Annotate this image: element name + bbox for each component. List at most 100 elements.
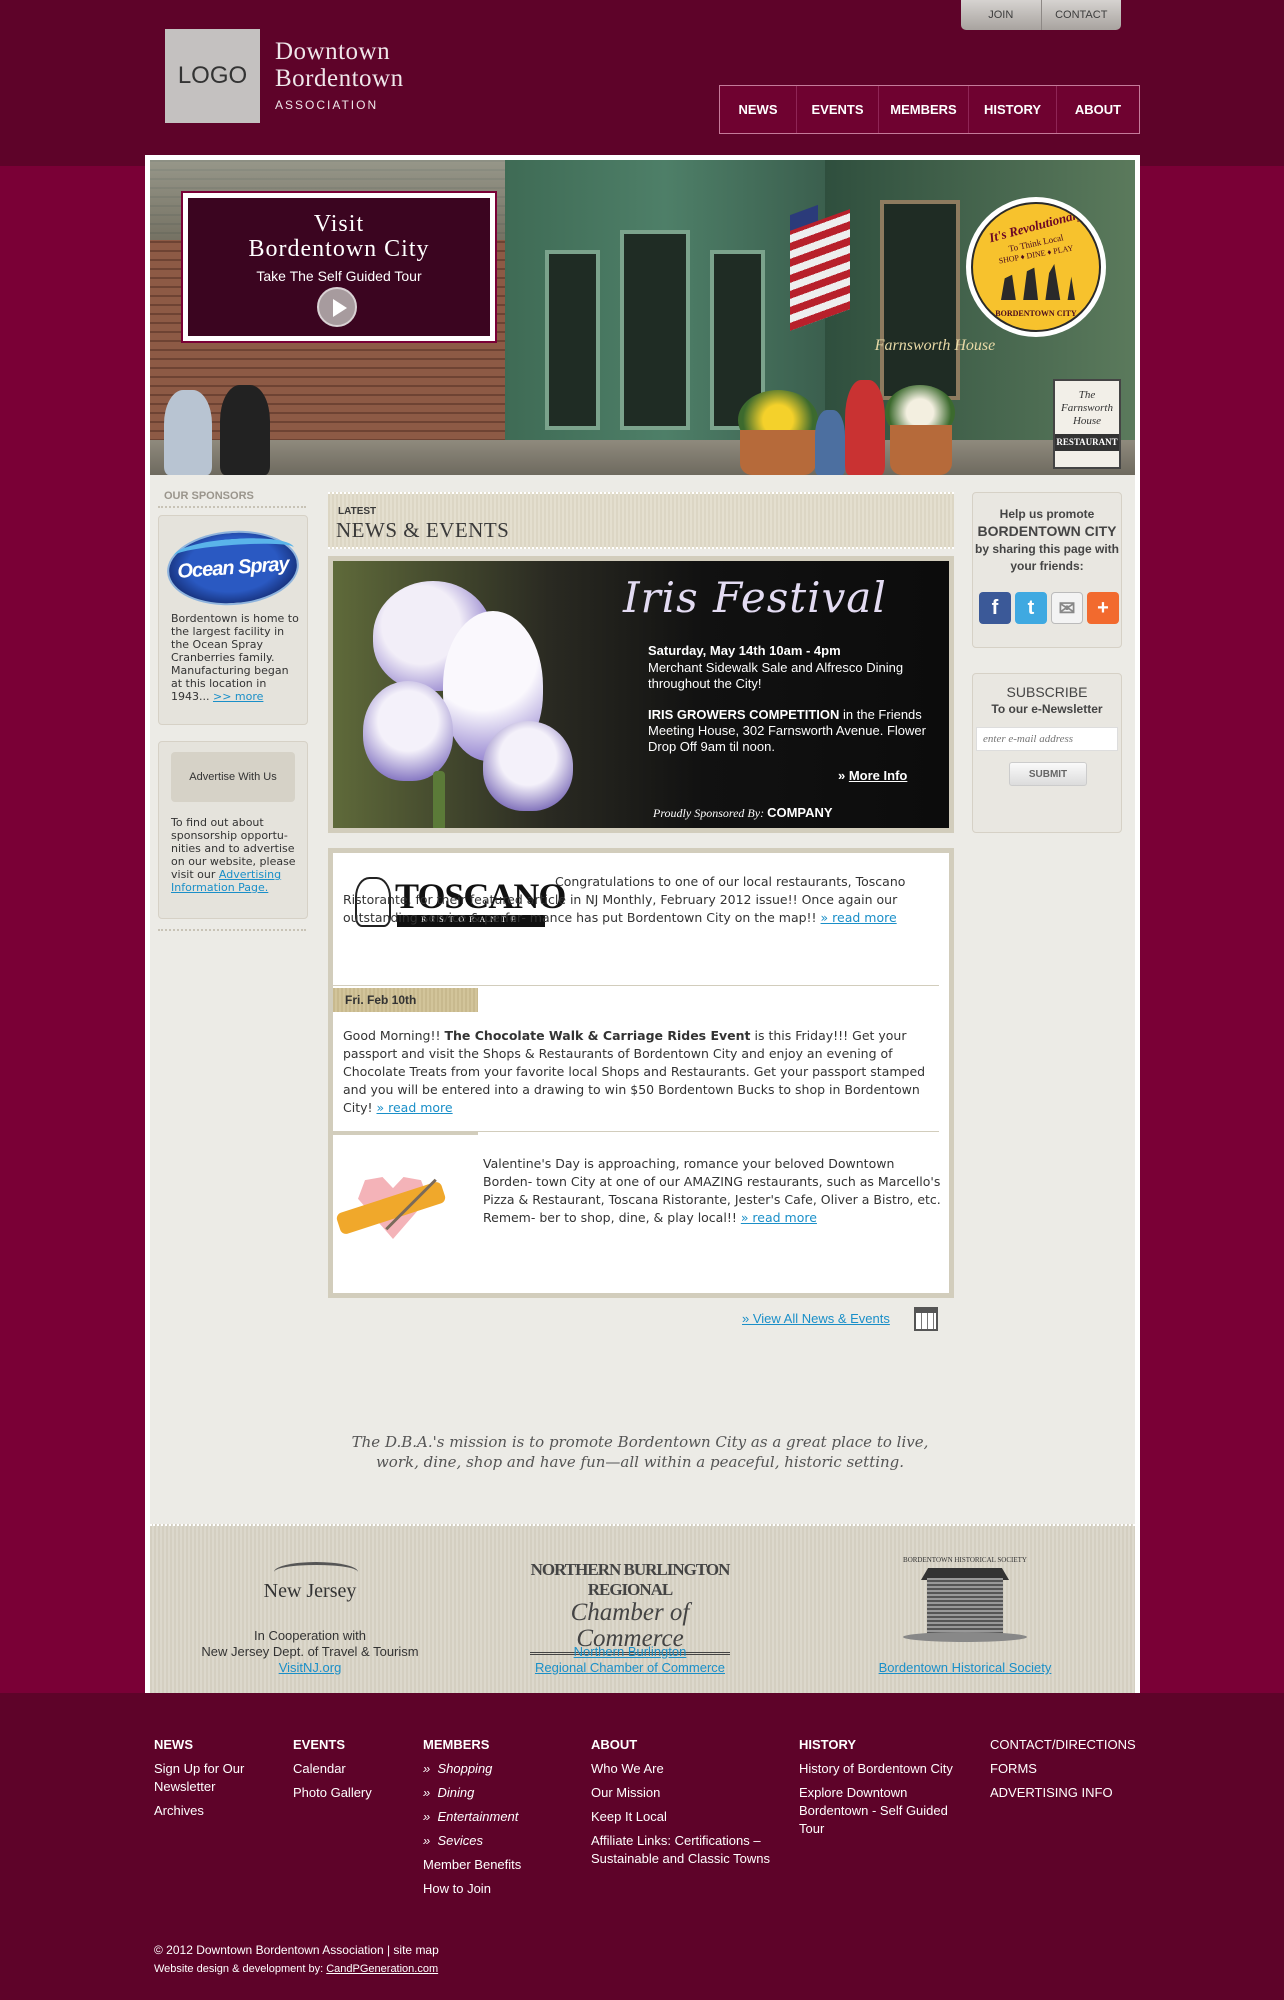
footer-gallery-link[interactable]: Photo Gallery: [293, 1781, 413, 1805]
more-info-link[interactable]: More Info: [849, 768, 908, 783]
news-item-greeting: Good Morning!!: [343, 1028, 445, 1043]
nav-members[interactable]: MEMBERS: [878, 86, 968, 133]
visit-line-3: Take The Self Guided Tour: [256, 268, 422, 284]
nav-news[interactable]: NEWS: [720, 86, 796, 133]
facebook-icon[interactable]: f: [979, 592, 1011, 624]
footer-members-heading[interactable]: MEMBERS: [423, 1733, 573, 1757]
visitnj-link[interactable]: VisitNJ.org: [279, 1660, 342, 1675]
footer-entertainment-link[interactable]: » Entertainment: [423, 1805, 573, 1829]
read-more-link[interactable]: » read more: [741, 1210, 817, 1225]
share-line-1: Help us promote: [999, 507, 1095, 521]
email-icon[interactable]: ✉: [1051, 592, 1083, 624]
read-more-link[interactable]: » read more: [376, 1100, 452, 1115]
new-jersey-logo[interactable]: New Jersey: [260, 1556, 360, 1616]
footer-news-heading[interactable]: NEWS: [154, 1733, 274, 1757]
store-window: [545, 250, 600, 430]
view-all-news-link[interactable]: » View All News & Events: [742, 1311, 890, 1326]
nj-text-2: New Jersey Dept. of Travel & Tourism: [201, 1644, 419, 1659]
footer-affiliate-link[interactable]: Affiliate Links: Certifications – Sustai…: [591, 1829, 791, 1871]
footer-history-heading[interactable]: HISTORY: [799, 1733, 969, 1757]
footer-shopping-link[interactable]: » Shopping: [423, 1757, 573, 1781]
footer-who-link[interactable]: Who We Are: [591, 1757, 791, 1781]
footer-forms-link[interactable]: FORMS: [990, 1757, 1140, 1781]
footer-tour-link[interactable]: Explore Downtown Bordentown - Self Guide…: [799, 1781, 969, 1841]
contact-link[interactable]: CONTACT: [1040, 0, 1122, 30]
patriots-silhouette-icon: [1001, 264, 1075, 300]
divider: [333, 1130, 949, 1135]
mission-statement: The D.B.A.'s mission is to promote Borde…: [351, 1433, 929, 1471]
footer-dining-link[interactable]: » Dining: [423, 1781, 573, 1805]
submit-button[interactable]: SUBMIT: [1009, 762, 1087, 786]
subscribe-subtitle: To our e-Newsletter: [991, 702, 1103, 716]
nav-about[interactable]: ABOUT: [1056, 86, 1139, 133]
cc-partner: Northern Burlington Regional Chamber of …: [530, 1644, 730, 1676]
footer-history-link[interactable]: History of Bordentown City: [799, 1757, 969, 1781]
news-heading: NEWS & EVENTS: [336, 518, 510, 542]
nav-events[interactable]: EVENTS: [796, 86, 878, 133]
footer-contact-link[interactable]: CONTACT/DIRECTIONS: [990, 1733, 1140, 1757]
divider: [158, 506, 306, 508]
subscribe-card: SUBSCRIBE To our e-Newsletter SUBMIT: [972, 673, 1122, 833]
brand-name[interactable]: Downtown Bordentown ASSOCIATION: [275, 38, 404, 112]
cc-logo-line-1: NORTHERN BURLINGTON REGIONAL: [530, 1560, 731, 1599]
new-jersey-logo-text: New Jersey: [263, 1580, 357, 1602]
iris-stem: [433, 771, 445, 828]
email-field[interactable]: [976, 727, 1118, 751]
sponsor-card: Ocean Spray Bordentown is home to the la…: [158, 515, 308, 725]
sponsor-company: COMPANY: [767, 805, 833, 820]
logo[interactable]: LOGO: [165, 29, 260, 123]
historical-society-link[interactable]: Bordentown Historical Society: [879, 1660, 1052, 1675]
read-more-link[interactable]: » read more: [821, 910, 897, 925]
iris-competition: IRIS GROWERS COMPETITION in the Friends …: [648, 707, 938, 755]
footer-join-link[interactable]: How to Join: [423, 1877, 573, 1901]
top-links: JOIN CONTACT: [961, 0, 1121, 30]
iris-date: Saturday, May 14th 10am - 4pm: [648, 643, 841, 658]
footer-services-link[interactable]: » Sevices: [423, 1829, 573, 1853]
site-footer: NEWS Sign Up for Our Newsletter Archives…: [0, 1693, 1284, 2000]
sign-line-3: House: [1072, 415, 1102, 427]
share-line-2: BORDENTOWN CITY: [977, 523, 1117, 539]
date-tag: Fri. Feb 10th: [333, 988, 478, 1012]
historical-society-logo[interactable]: BORDENTOWN HISTORICAL SOCIETY: [895, 1556, 1035, 1656]
nav-history[interactable]: HISTORY: [968, 86, 1056, 133]
calendar-icon[interactable]: [914, 1307, 938, 1331]
visit-promo[interactable]: Visit Bordentown City Take The Self Guid…: [183, 193, 495, 341]
play-icon[interactable]: [317, 287, 357, 327]
footer-about-heading[interactable]: ABOUT: [591, 1733, 791, 1757]
advertise-button[interactable]: Advertise With Us: [171, 752, 295, 802]
footer-local-link[interactable]: Keep It Local: [591, 1805, 791, 1829]
think-local-badge: It's Revolutionary To Think Local SHOP ♦…: [966, 197, 1106, 337]
chamber-link-1[interactable]: Northern Burlington: [574, 1644, 687, 1659]
footer-about-col: ABOUT Who We Are Our Mission Keep It Loc…: [591, 1733, 791, 1871]
sign-line-1: The: [1078, 389, 1096, 401]
twitter-icon[interactable]: t: [1015, 592, 1047, 624]
footer-events-col: EVENTS Calendar Photo Gallery: [293, 1733, 413, 1805]
chamber-link-2[interactable]: Regional Chamber of Commerce: [535, 1660, 725, 1675]
sponsor-more-link[interactable]: >> more: [213, 690, 263, 703]
chamber-of-commerce-logo[interactable]: NORTHERN BURLINGTON REGIONAL Chamber of …: [530, 1560, 731, 1655]
credit-link[interactable]: CandPGeneration.com: [326, 1963, 438, 1975]
hs-partner: Bordentown Historical Society: [865, 1660, 1065, 1676]
news-item-toscano: Congratulations to one of our local rest…: [343, 873, 939, 927]
ocean-spray-logo[interactable]: Ocean Spray: [164, 526, 302, 610]
sidewalk: [150, 440, 1135, 475]
person: [220, 385, 270, 475]
hs-logo-text: BORDENTOWN HISTORICAL SOCIETY: [903, 1556, 1027, 1564]
footer-events-heading[interactable]: EVENTS: [293, 1733, 413, 1757]
store-window: [880, 200, 960, 400]
advertise-card: Advertise With Us To find out about spon…: [158, 741, 308, 919]
add-share-icon[interactable]: +: [1087, 592, 1119, 624]
join-link[interactable]: JOIN: [961, 0, 1041, 30]
footer-benefits-link[interactable]: Member Benefits: [423, 1853, 573, 1877]
footer-advertising-link[interactable]: ADVERTISING INFO: [990, 1781, 1140, 1805]
iris-festival-banner[interactable]: Iris Festival Saturday, May 14th 10am - …: [328, 556, 954, 833]
flower-pot: [890, 425, 952, 475]
footer-mission-link[interactable]: Our Mission: [591, 1781, 791, 1805]
footer-history-col: HISTORY History of Bordentown City Explo…: [799, 1733, 969, 1841]
footer-calendar-link[interactable]: Calendar: [293, 1757, 413, 1781]
footer-newsletter-link[interactable]: Sign Up for Our Newsletter: [154, 1757, 274, 1799]
iris-title: Iris Festival: [623, 573, 887, 622]
footer-archives-link[interactable]: Archives: [154, 1799, 274, 1823]
flower-pot: [740, 430, 816, 475]
news-item-valentines: Valentine's Day is approaching, romance …: [483, 1155, 941, 1227]
